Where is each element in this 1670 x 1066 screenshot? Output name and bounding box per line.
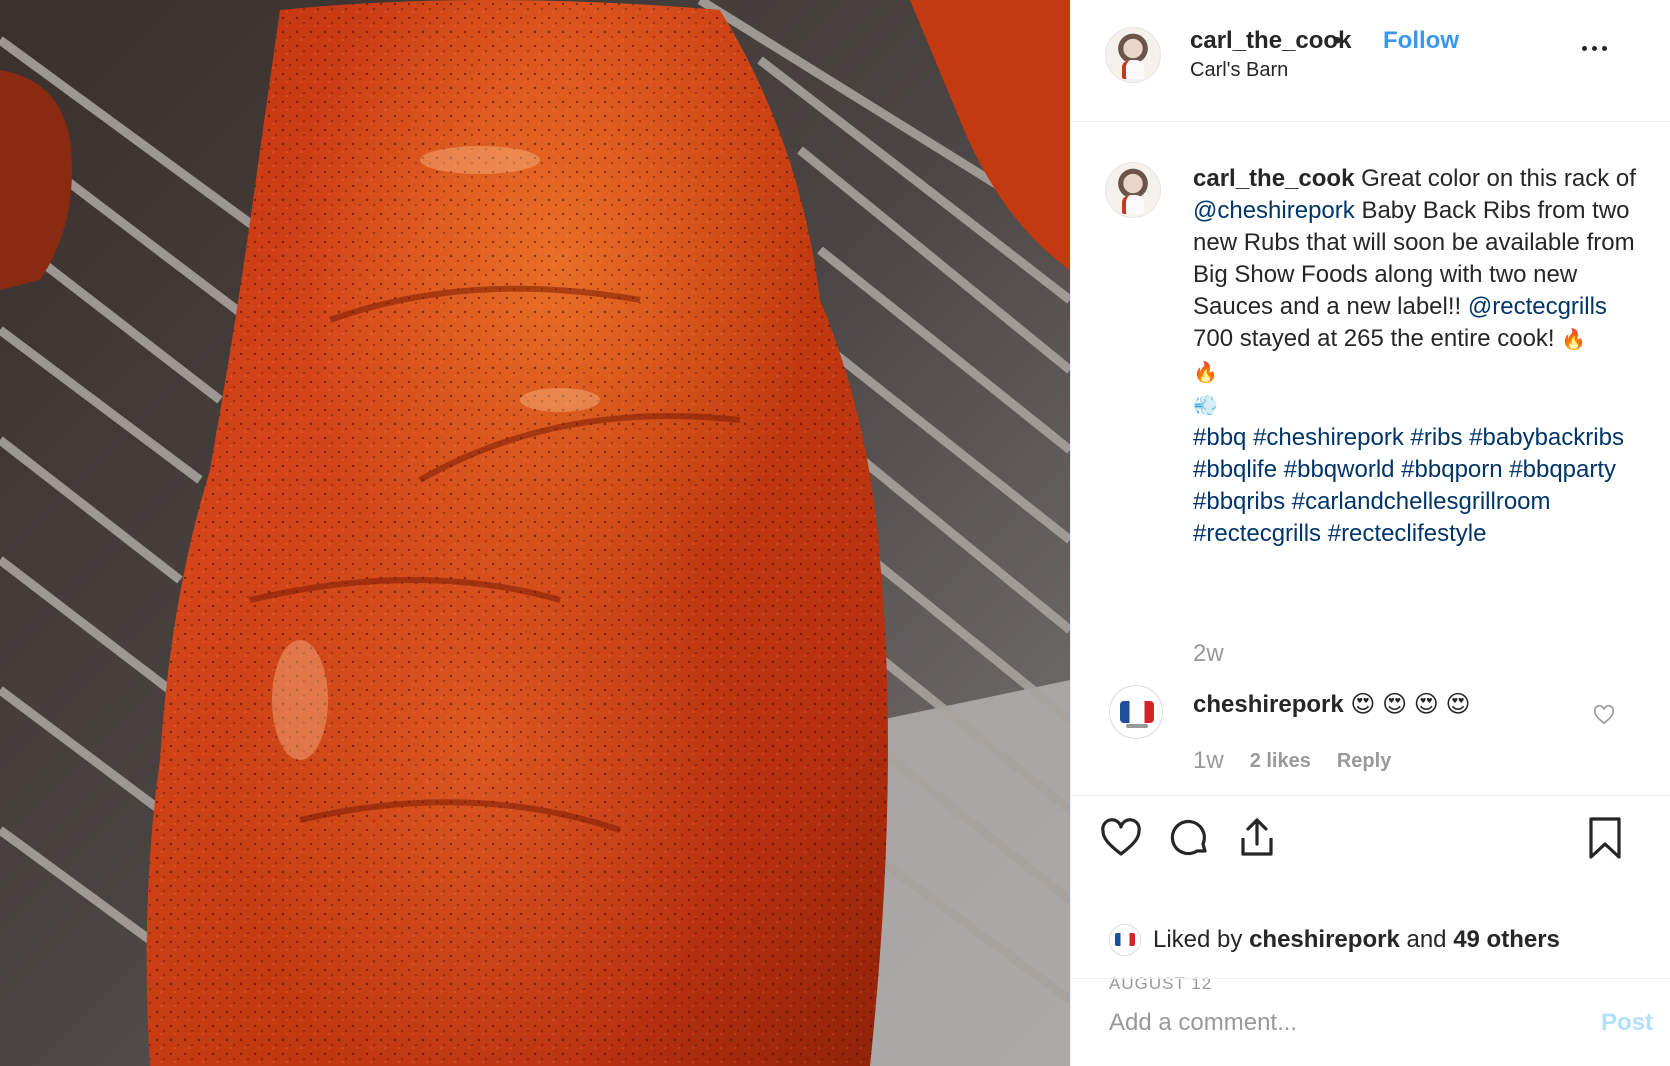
liked-by-others[interactable]: 49 others bbox=[1453, 926, 1560, 953]
header-separator: • bbox=[1333, 27, 1342, 54]
add-comment-input[interactable] bbox=[1109, 1001, 1549, 1045]
comment-item: cheshirepork 😍 😍 😍 😍 bbox=[1193, 690, 1471, 719]
hashtag[interactable]: #babybackribs bbox=[1469, 424, 1624, 451]
comment-meta: 1w 2 likes Reply bbox=[1193, 747, 1391, 775]
liked-by-username[interactable]: cheshirepork bbox=[1249, 926, 1400, 953]
comment-time[interactable]: 1w bbox=[1193, 747, 1224, 775]
caption-username[interactable]: carl_the_cook bbox=[1193, 165, 1354, 192]
caption-text-1: Great color on this rack of bbox=[1361, 165, 1636, 192]
hashtag[interactable]: #bbq bbox=[1193, 424, 1246, 451]
hashtag[interactable]: #ribs bbox=[1410, 424, 1462, 451]
comment-text: 😍 😍 😍 😍 bbox=[1350, 691, 1471, 718]
fire-emoji: 🔥 bbox=[1561, 329, 1587, 351]
hashtag[interactable]: #cheshirepork bbox=[1253, 424, 1404, 451]
caption-author-avatar[interactable] bbox=[1105, 162, 1161, 218]
hashtag[interactable]: #bbqlife bbox=[1193, 456, 1277, 483]
caption-time-ago[interactable]: 2w bbox=[1193, 640, 1224, 668]
hashtag[interactable]: #bbqworld bbox=[1284, 456, 1395, 483]
mention-cheshirepork[interactable]: @cheshirepork bbox=[1193, 197, 1355, 224]
add-comment-bar: Post bbox=[1071, 978, 1670, 1066]
comment-likes[interactable]: 2 likes bbox=[1250, 750, 1311, 775]
post-location[interactable]: Carl's Barn bbox=[1190, 59, 1288, 82]
dash-emoji-line: 💨 bbox=[1193, 395, 1218, 417]
liker-avatar[interactable] bbox=[1109, 924, 1141, 956]
mention-rectecgrills[interactable]: @rectecgrills bbox=[1468, 293, 1607, 320]
post-photo[interactable] bbox=[0, 0, 1070, 1066]
share-upload-icon[interactable] bbox=[1235, 816, 1279, 860]
comment-username[interactable]: cheshirepork bbox=[1193, 691, 1344, 718]
hashtag[interactable]: #bbqparty bbox=[1509, 456, 1616, 483]
author-avatar[interactable] bbox=[1105, 27, 1161, 83]
hashtag[interactable]: #bbqporn bbox=[1401, 456, 1502, 483]
like-heart-icon[interactable] bbox=[1099, 816, 1143, 860]
hashtag[interactable]: #rectecgrills bbox=[1193, 520, 1321, 547]
hashtag[interactable]: #recteclifestyle bbox=[1328, 520, 1487, 547]
comment-bubble-icon[interactable] bbox=[1167, 816, 1211, 860]
fire-emoji-line: 🔥 bbox=[1193, 362, 1218, 384]
more-options-icon[interactable] bbox=[1579, 38, 1609, 58]
liked-by-and: and bbox=[1406, 926, 1447, 953]
comment-like-heart-icon[interactable] bbox=[1593, 704, 1615, 726]
commenter-avatar[interactable] bbox=[1109, 685, 1163, 739]
comment-reply-button[interactable]: Reply bbox=[1337, 750, 1391, 775]
liked-by-summary: Liked by cheshirepork and 49 others bbox=[1109, 924, 1560, 956]
hashtag[interactable]: #bbqribs bbox=[1193, 488, 1285, 515]
post-comment-button[interactable]: Post bbox=[1601, 1009, 1653, 1037]
save-bookmark-icon[interactable] bbox=[1583, 816, 1627, 860]
caption-text-3: 700 stayed at 265 the entire cook! bbox=[1193, 325, 1555, 352]
instagram-post-modal: carl_the_cook • Follow Carl's Barn carl_… bbox=[0, 0, 1670, 1066]
hashtag[interactable]: #carlandchellesgrillroom bbox=[1292, 488, 1551, 515]
comments-section: carl_the_cook Great color on this rack o… bbox=[1071, 123, 1670, 793]
post-actions: Liked by cheshirepork and 49 others AUGU… bbox=[1071, 795, 1670, 993]
post-sidebar: carl_the_cook • Follow Carl's Barn carl_… bbox=[1070, 0, 1670, 1066]
follow-button[interactable]: Follow bbox=[1383, 27, 1459, 55]
post-caption: carl_the_cook Great color on this rack o… bbox=[1193, 163, 1648, 550]
author-username[interactable]: carl_the_cook bbox=[1190, 27, 1351, 55]
ribs-on-grill-image bbox=[0, 0, 1070, 1066]
post-header: carl_the_cook • Follow Carl's Barn bbox=[1071, 0, 1670, 122]
liked-by-prefix: Liked by bbox=[1153, 926, 1243, 953]
